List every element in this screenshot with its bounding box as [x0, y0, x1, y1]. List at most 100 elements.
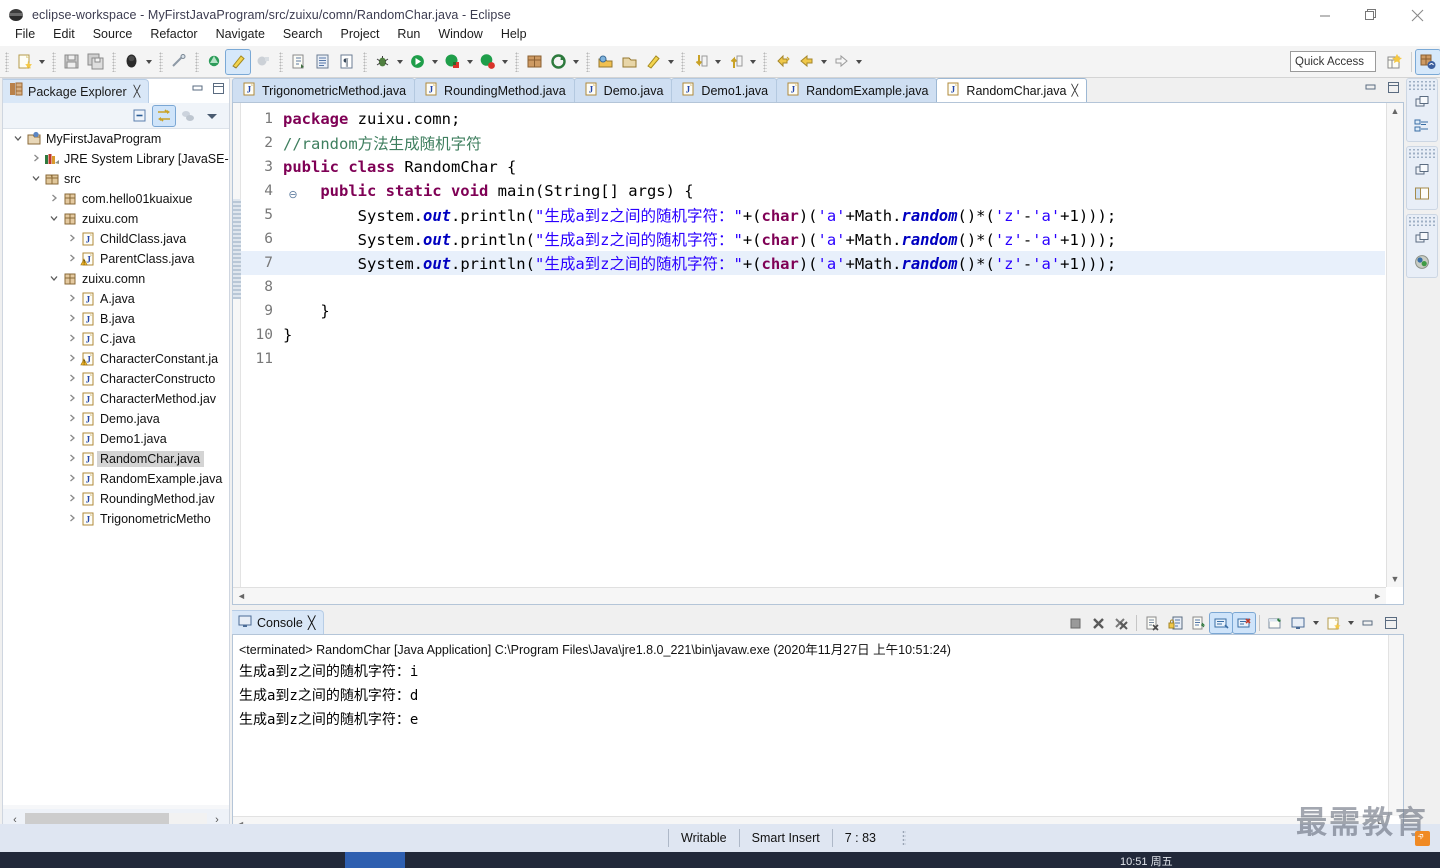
code-line[interactable]: 11 — [241, 347, 1385, 371]
chevron-right-icon[interactable] — [29, 153, 43, 165]
tree-item-characterconstructo[interactable]: J CharacterConstructo — [3, 369, 229, 389]
search-icon[interactable] — [593, 50, 617, 74]
code-line[interactable]: 2 //random方法生成随机字符 — [241, 131, 1385, 155]
display-console-dropdown-icon[interactable] — [1310, 612, 1321, 634]
tree-item-childclass-java[interactable]: J ChildClass.java — [3, 229, 229, 249]
menu-file[interactable]: File — [6, 24, 44, 44]
skip-breakpoints-icon[interactable] — [641, 50, 665, 74]
last-edit-location-icon[interactable] — [770, 50, 794, 74]
toolbar-grip-2[interactable] — [52, 51, 56, 72]
chevron-right-icon[interactable] — [65, 373, 79, 385]
save-icon[interactable] — [59, 50, 83, 74]
status-grip[interactable] — [902, 830, 906, 846]
chevron-right-icon[interactable] — [65, 413, 79, 425]
chevron-down-icon[interactable] — [11, 133, 25, 145]
restore-icon[interactable] — [1407, 90, 1437, 114]
forward-icon[interactable] — [829, 50, 853, 74]
back-dropdown-icon[interactable] — [818, 51, 829, 73]
tree-item-roundingmethod-jav[interactable]: J RoundingMethod.jav — [3, 489, 229, 509]
chevron-right-icon[interactable] — [65, 473, 79, 485]
minimize-icon[interactable] — [1357, 613, 1379, 633]
chevron-right-icon[interactable] — [65, 353, 79, 365]
editor-scroll-left-icon[interactable]: ◄ — [237, 591, 246, 601]
menu-window[interactable]: Window — [429, 24, 491, 44]
tree-item-demo-java[interactable]: J Demo.java — [3, 409, 229, 429]
code-line[interactable]: 1 package zuixu.comn; — [241, 107, 1385, 131]
close-icon[interactable]: ╳ — [1071, 84, 1078, 97]
editor-tab-demo-java[interactable]: J Demo.java — [573, 78, 673, 102]
scroll-lock-icon[interactable] — [1164, 613, 1186, 633]
fold-collapse-icon[interactable]: ⊖ — [287, 188, 299, 201]
quick-access-input[interactable]: Quick Access — [1290, 51, 1376, 72]
minimize-icon[interactable] — [191, 82, 204, 100]
display-selected-console-icon[interactable] — [1287, 613, 1309, 633]
editor-tab-randomchar-java[interactable]: J RandomChar.java ╳ — [936, 78, 1088, 102]
tree-item-jre-system-library-javase-[interactable]: JRE System Library [JavaSE- — [3, 149, 229, 169]
toggle-mark-occurrences-icon[interactable] — [166, 50, 190, 74]
chevron-right-icon[interactable] — [65, 433, 79, 445]
debug-dropdown-icon[interactable] — [394, 51, 405, 73]
chevron-right-icon[interactable] — [65, 513, 79, 525]
chevron-down-icon[interactable] — [47, 273, 61, 285]
tree-item-zuixu-com[interactable]: zuixu.com — [3, 209, 229, 229]
close-icon[interactable]: ╳ — [134, 85, 141, 98]
previous-annotation-icon[interactable] — [723, 50, 747, 74]
code-line[interactable]: 4 public static void main(String[] args)… — [241, 179, 1385, 203]
restore-icon[interactable] — [1407, 158, 1437, 182]
editor-tab-trigonometricmethod-java[interactable]: J TrigonometricMethod.java — [232, 78, 416, 102]
show-console-on-output-icon[interactable] — [1209, 612, 1233, 634]
open-resource-dropdown-icon[interactable] — [570, 51, 581, 73]
tree-item-randomchar-java[interactable]: J RandomChar.java — [3, 449, 229, 469]
editor-lines[interactable]: 1 package zuixu.comn; 2 //random方法生成随机字符 3 pu… — [241, 107, 1385, 586]
menu-navigate[interactable]: Navigate — [207, 24, 274, 44]
menu-refactor[interactable]: Refactor — [141, 24, 206, 44]
run-coverage-icon[interactable] — [440, 50, 464, 74]
package-explorer-tree[interactable]: MyFirstJavaProgram JRE System Library [Ja… — [3, 129, 229, 805]
show-console-on-error-icon[interactable] — [1232, 612, 1256, 634]
maximize-icon[interactable] — [1387, 81, 1400, 99]
outline-view-icon[interactable] — [1407, 114, 1437, 138]
focus-on-active-task-icon[interactable] — [177, 106, 199, 126]
rail-grip-3[interactable] — [1407, 217, 1437, 226]
chevron-down-icon[interactable] — [47, 213, 61, 225]
maximize-icon[interactable] — [212, 82, 225, 100]
editor-vscrollbar[interactable]: ▲ ▼ — [1386, 103, 1403, 587]
tree-item-a-java[interactable]: J A.java — [3, 289, 229, 309]
tree-item-b-java[interactable]: J B.java — [3, 309, 229, 329]
previous-annotation-dropdown-icon[interactable] — [747, 51, 758, 73]
toolbar-grip-4[interactable] — [159, 51, 163, 72]
debug-icon[interactable] — [370, 50, 394, 74]
toolbar-grip[interactable] — [5, 51, 9, 72]
run-history-dropdown-icon[interactable] — [499, 51, 510, 73]
open-resource-icon[interactable] — [546, 50, 570, 74]
taskbar-active-item[interactable] — [345, 852, 405, 868]
next-annotation-dropdown-icon[interactable] — [712, 51, 723, 73]
open-task-icon[interactable] — [310, 50, 334, 74]
new-java-interface-icon[interactable] — [250, 50, 274, 74]
show-whitespace-icon[interactable]: ¶ — [334, 50, 358, 74]
code-editor[interactable]: 1 package zuixu.comn; 2 //random方法生成随机字符 3 pu… — [232, 102, 1404, 605]
java-perspective-icon[interactable] — [1415, 49, 1440, 75]
menu-edit[interactable]: Edit — [44, 24, 84, 44]
menu-run[interactable]: Run — [388, 24, 429, 44]
chevron-right-icon[interactable] — [47, 193, 61, 205]
toolbar-grip-3[interactable] — [112, 51, 116, 72]
console-vscrollbar[interactable] — [1388, 635, 1403, 816]
code-line[interactable]: 10} — [241, 323, 1385, 347]
editor-tab-roundingmethod-java[interactable]: J RoundingMethod.java — [414, 78, 575, 102]
back-icon[interactable] — [794, 50, 818, 74]
tree-item-randomexample-java[interactable]: J RandomExample.java — [3, 469, 229, 489]
open-perspective-icon[interactable] — [1383, 50, 1407, 74]
run-dropdown-icon[interactable] — [429, 51, 440, 73]
chevron-right-icon[interactable] — [65, 293, 79, 305]
new-java-package-icon[interactable] — [202, 50, 226, 74]
run-coverage-dropdown-icon[interactable] — [464, 51, 475, 73]
remove-all-terminated-icon[interactable] — [1110, 613, 1132, 633]
editor-scroll-up-icon[interactable]: ▲ — [1387, 103, 1403, 119]
menu-project[interactable]: Project — [332, 24, 389, 44]
console-body[interactable]: <terminated> RandomChar [Java Applicatio… — [232, 634, 1404, 832]
console-tab[interactable]: Console ╳ — [232, 610, 325, 634]
tree-item-zuixu-comn[interactable]: zuixu.comn — [3, 269, 229, 289]
new-java-class-icon[interactable] — [225, 48, 251, 75]
editor-tab-demo1-java[interactable]: J Demo1.java — [671, 78, 778, 102]
